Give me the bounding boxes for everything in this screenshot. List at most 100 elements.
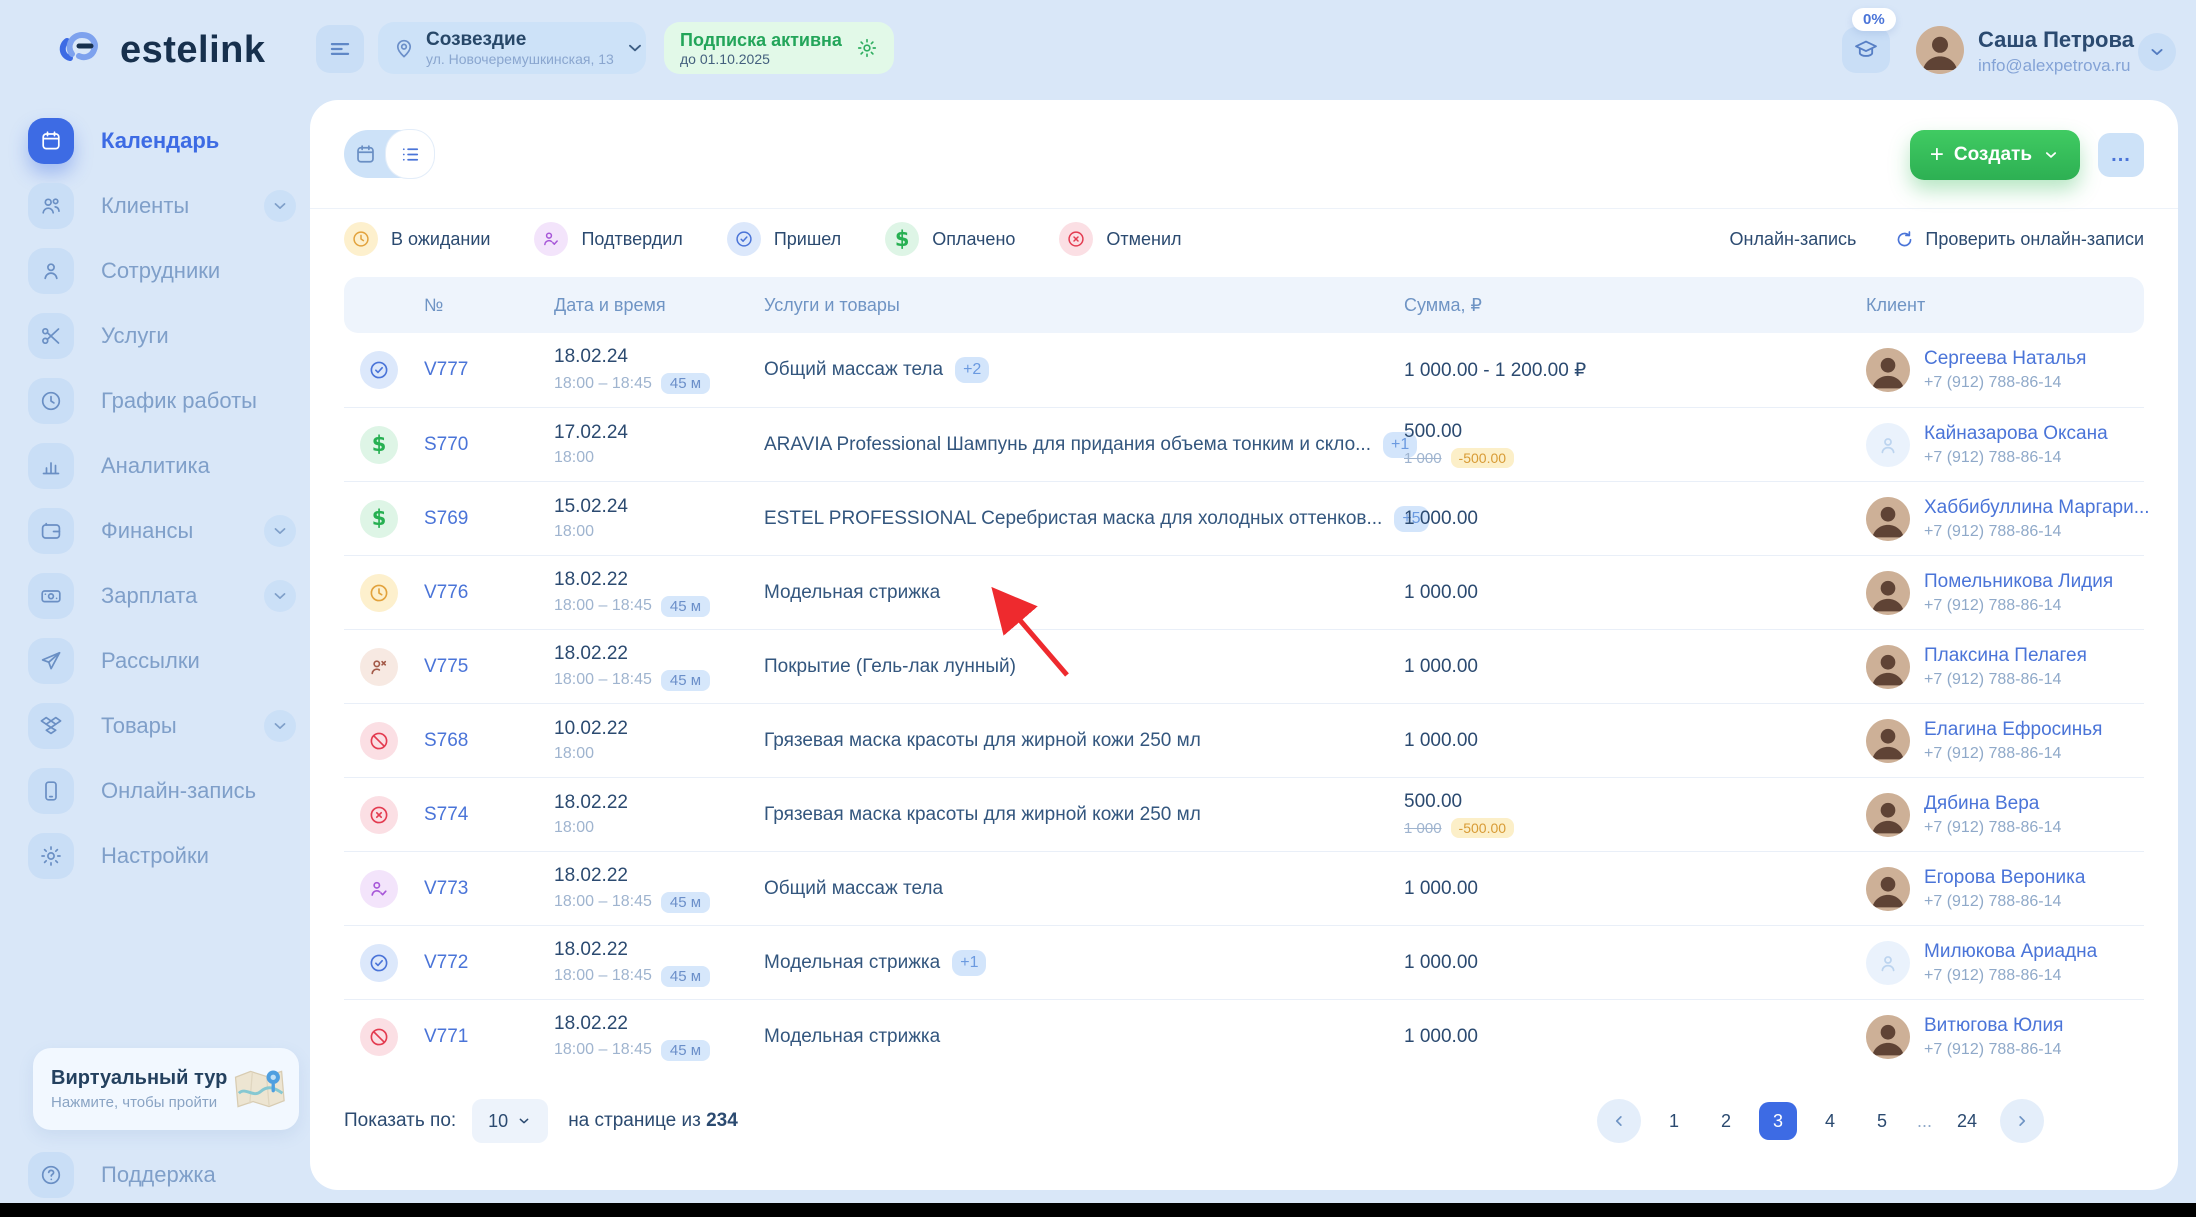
client-name[interactable]: Егорова Вероника: [1924, 867, 2085, 889]
booking-service: Общий массаж тела +2: [764, 357, 1404, 383]
subscription-status: Подписка активна: [680, 29, 842, 52]
client-name[interactable]: Сергеева Наталья: [1924, 348, 2086, 370]
client-cell: Елагина Ефросинья +7 (912) 788-86-14: [1866, 719, 2144, 763]
table-row[interactable]: V776 18.02.22 18:00 – 18:4545 м Модельна…: [344, 555, 2144, 629]
user-avatar[interactable]: [1916, 26, 1964, 74]
onboarding-progress-badge: 0%: [1852, 8, 1896, 31]
client-phone: +7 (912) 788-86-14: [1924, 597, 2113, 615]
chevron-down-icon[interactable]: [624, 37, 646, 59]
booking-number[interactable]: S774: [424, 804, 554, 826]
booking-number[interactable]: V773: [424, 878, 554, 900]
booking-number[interactable]: V775: [424, 656, 554, 678]
booking-number[interactable]: V772: [424, 952, 554, 974]
client-name[interactable]: Хаббибуллина Маргари...: [1924, 497, 2150, 519]
view-toggle: [344, 130, 434, 178]
user-email: info@alexpetrova.ru: [1978, 56, 2130, 76]
sidebar-item-box[interactable]: Товары: [28, 703, 296, 749]
branch-address: ул. Новочеремушкинская, 13: [426, 51, 614, 67]
booking-sum: 500.00 1 000-500.00: [1404, 791, 1866, 838]
sidebar-item-banknote[interactable]: Зарплата: [28, 573, 296, 619]
client-name[interactable]: Елагина Ефросинья: [1924, 719, 2102, 741]
prev-page-button[interactable]: [1597, 1099, 1641, 1143]
virtual-tour-card[interactable]: Виртуальный тур Нажмите, чтобы пройти: [33, 1048, 299, 1130]
chevron-down-icon[interactable]: [264, 515, 296, 547]
paid-dollar-icon: $: [360, 426, 398, 464]
menu-toggle-button[interactable]: [316, 25, 364, 73]
create-button[interactable]: + Создать: [1910, 130, 2080, 180]
booking-number[interactable]: S770: [424, 434, 554, 456]
client-name[interactable]: Милюкова Ариадна: [1924, 941, 2097, 963]
client-photo-avatar: [1866, 867, 1910, 911]
list-icon: [399, 143, 422, 166]
table-row[interactable]: V772 18.02.22 18:00 – 18:4545 м Модельна…: [344, 925, 2144, 999]
table-row[interactable]: V775 18.02.22 18:00 – 18:4545 м Покрытие…: [344, 629, 2144, 703]
client-name[interactable]: Витюгова Юлия: [1924, 1015, 2063, 1037]
booking-datetime: 18.02.22 18:00 – 18:4545 м: [554, 939, 764, 987]
booking-service: Модельная стрижка: [764, 1026, 1404, 1048]
table-row[interactable]: S774 18.02.22 18:00 Грязевая маска красо…: [344, 777, 2144, 851]
paid-dollar-icon: $: [360, 500, 398, 538]
app-logo: estelink: [56, 24, 266, 76]
education-button[interactable]: [1842, 27, 1890, 73]
old-sum: 1 000: [1404, 820, 1442, 837]
sidebar-item-scissors[interactable]: Услуги: [28, 313, 296, 359]
booking-number[interactable]: V776: [424, 582, 554, 604]
table-row[interactable]: $ S769 15.02.24 18:00 ESTEL PROFESSIONAL…: [344, 481, 2144, 555]
logo-icon: [56, 24, 108, 76]
discount-badge: -500.00: [1451, 448, 1514, 468]
branch-selector[interactable]: Созвездие ул. Новочеремушкинская, 13: [378, 22, 646, 74]
help-circle-icon: [28, 1152, 74, 1198]
chevron-down-icon[interactable]: [264, 710, 296, 742]
chevron-down-icon[interactable]: [264, 190, 296, 222]
location-pin-icon: [392, 36, 416, 60]
table-row[interactable]: V773 18.02.22 18:00 – 18:4545 м Общий ма…: [344, 851, 2144, 925]
page-size-select[interactable]: 10: [472, 1099, 548, 1143]
booking-number[interactable]: V771: [424, 1026, 554, 1048]
subscription-badge[interactable]: Подписка активна до 01.10.2025: [664, 22, 894, 74]
sidebar-item-gear[interactable]: Настройки: [28, 833, 296, 879]
toolbar-divider: [310, 208, 2178, 209]
booking-sum: 1 000.00: [1404, 730, 1866, 752]
sidebar-item-phone[interactable]: Онлайн-запись: [28, 768, 296, 814]
sidebar-item-clock[interactable]: График работы: [28, 378, 296, 424]
page-button-24[interactable]: 24: [1948, 1102, 1986, 1140]
page-button-3[interactable]: 3: [1759, 1102, 1797, 1140]
page-button-4[interactable]: 4: [1811, 1102, 1849, 1140]
booking-number[interactable]: V777: [424, 359, 554, 381]
client-name[interactable]: Плаксина Пелагея: [1924, 645, 2087, 667]
more-actions-button[interactable]: ...: [2098, 133, 2144, 177]
page-button-5[interactable]: 5: [1863, 1102, 1901, 1140]
check-online-bookings-button[interactable]: Проверить онлайн-записи: [1894, 229, 2144, 250]
page-button-1[interactable]: 1: [1655, 1102, 1693, 1140]
table-row[interactable]: V777 18.02.24 18:00 – 18:4545 м Общий ма…: [344, 333, 2144, 407]
client-cell: Помельникова Лидия +7 (912) 788-86-14: [1866, 571, 2144, 615]
sidebar-item-calendar[interactable]: Календарь: [28, 118, 296, 164]
sidebar-item-person[interactable]: Сотрудники: [28, 248, 296, 294]
page-button-2[interactable]: 2: [1707, 1102, 1745, 1140]
client-photo-avatar: [1866, 1015, 1910, 1059]
list-view-button[interactable]: [386, 130, 434, 178]
client-name[interactable]: Кайназарова Оксана: [1924, 423, 2108, 445]
table-row[interactable]: S768 10.02.22 18:00 Грязевая маска красо…: [344, 703, 2144, 777]
client-name[interactable]: Дябина Вера: [1924, 793, 2061, 815]
client-name[interactable]: Помельникова Лидия: [1924, 571, 2113, 593]
sidebar-item-wallet[interactable]: Финансы: [28, 508, 296, 554]
sidebar-item-chart[interactable]: Аналитика: [28, 443, 296, 489]
calendar-view-button[interactable]: [344, 130, 386, 178]
sidebar-item-support[interactable]: Поддержка: [28, 1152, 216, 1198]
booking-datetime: 18.02.22 18:00 – 18:4545 м: [554, 569, 764, 617]
booking-number[interactable]: S769: [424, 508, 554, 530]
table-row[interactable]: V771 18.02.22 18:00 – 18:4545 м Модельна…: [344, 999, 2144, 1073]
next-page-button[interactable]: [2000, 1099, 2044, 1143]
subscription-gear-icon[interactable]: [856, 37, 878, 59]
table-row[interactable]: $ S770 17.02.24 18:00 ARAVIA Professiona…: [344, 407, 2144, 481]
sidebar-item-send[interactable]: Рассылки: [28, 638, 296, 684]
online-booking-link[interactable]: Онлайн-запись: [1730, 229, 1857, 250]
booking-service: ARAVIA Professional Шампунь для придания…: [764, 432, 1404, 458]
user-menu-chevron[interactable]: [2138, 33, 2176, 71]
graduation-cap-icon: [1853, 37, 1879, 63]
booking-service: Модельная стрижка: [764, 582, 1404, 604]
booking-number[interactable]: S768: [424, 730, 554, 752]
chevron-down-icon[interactable]: [264, 580, 296, 612]
sidebar-item-clients[interactable]: Клиенты: [28, 183, 296, 229]
